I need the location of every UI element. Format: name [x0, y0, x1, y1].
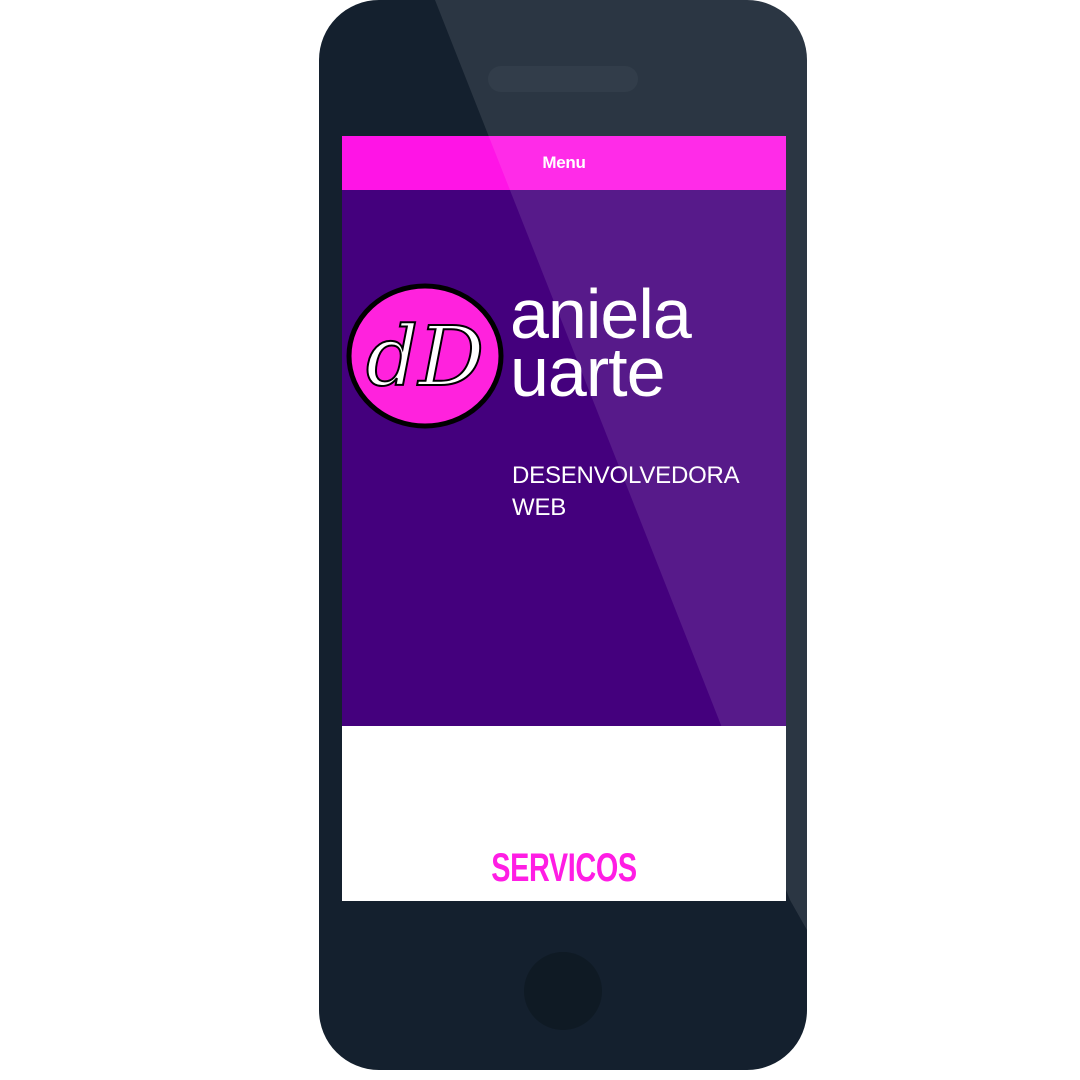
home-button[interactable] [524, 952, 602, 1030]
stage: Menu dD aniela uarte DESENVOLVEDORA WEB … [0, 0, 1080, 1080]
tagline-line-2: WEB [512, 494, 567, 521]
menu-button[interactable]: Menu [342, 136, 786, 190]
section-title: SERVICOS [491, 846, 637, 890]
menu-label: Menu [542, 153, 586, 172]
hero-banner: dD aniela uarte DESENVOLVEDORA WEB [342, 190, 786, 726]
brand-name: aniela uarte [510, 279, 692, 411]
brand-name-line-2: uarte [510, 333, 666, 411]
phone-screen: Menu dD aniela uarte DESENVOLVEDORA WEB … [342, 136, 786, 901]
tagline-line-1: DESENVOLVEDORA [512, 462, 740, 489]
logo-monogram-icon: dD [346, 283, 504, 429]
tagline: DESENVOLVEDORA WEB [512, 460, 740, 524]
speaker-grille [488, 66, 638, 92]
services-section: SERVICOS [342, 726, 786, 901]
logo-monogram-text: dD [366, 310, 484, 405]
